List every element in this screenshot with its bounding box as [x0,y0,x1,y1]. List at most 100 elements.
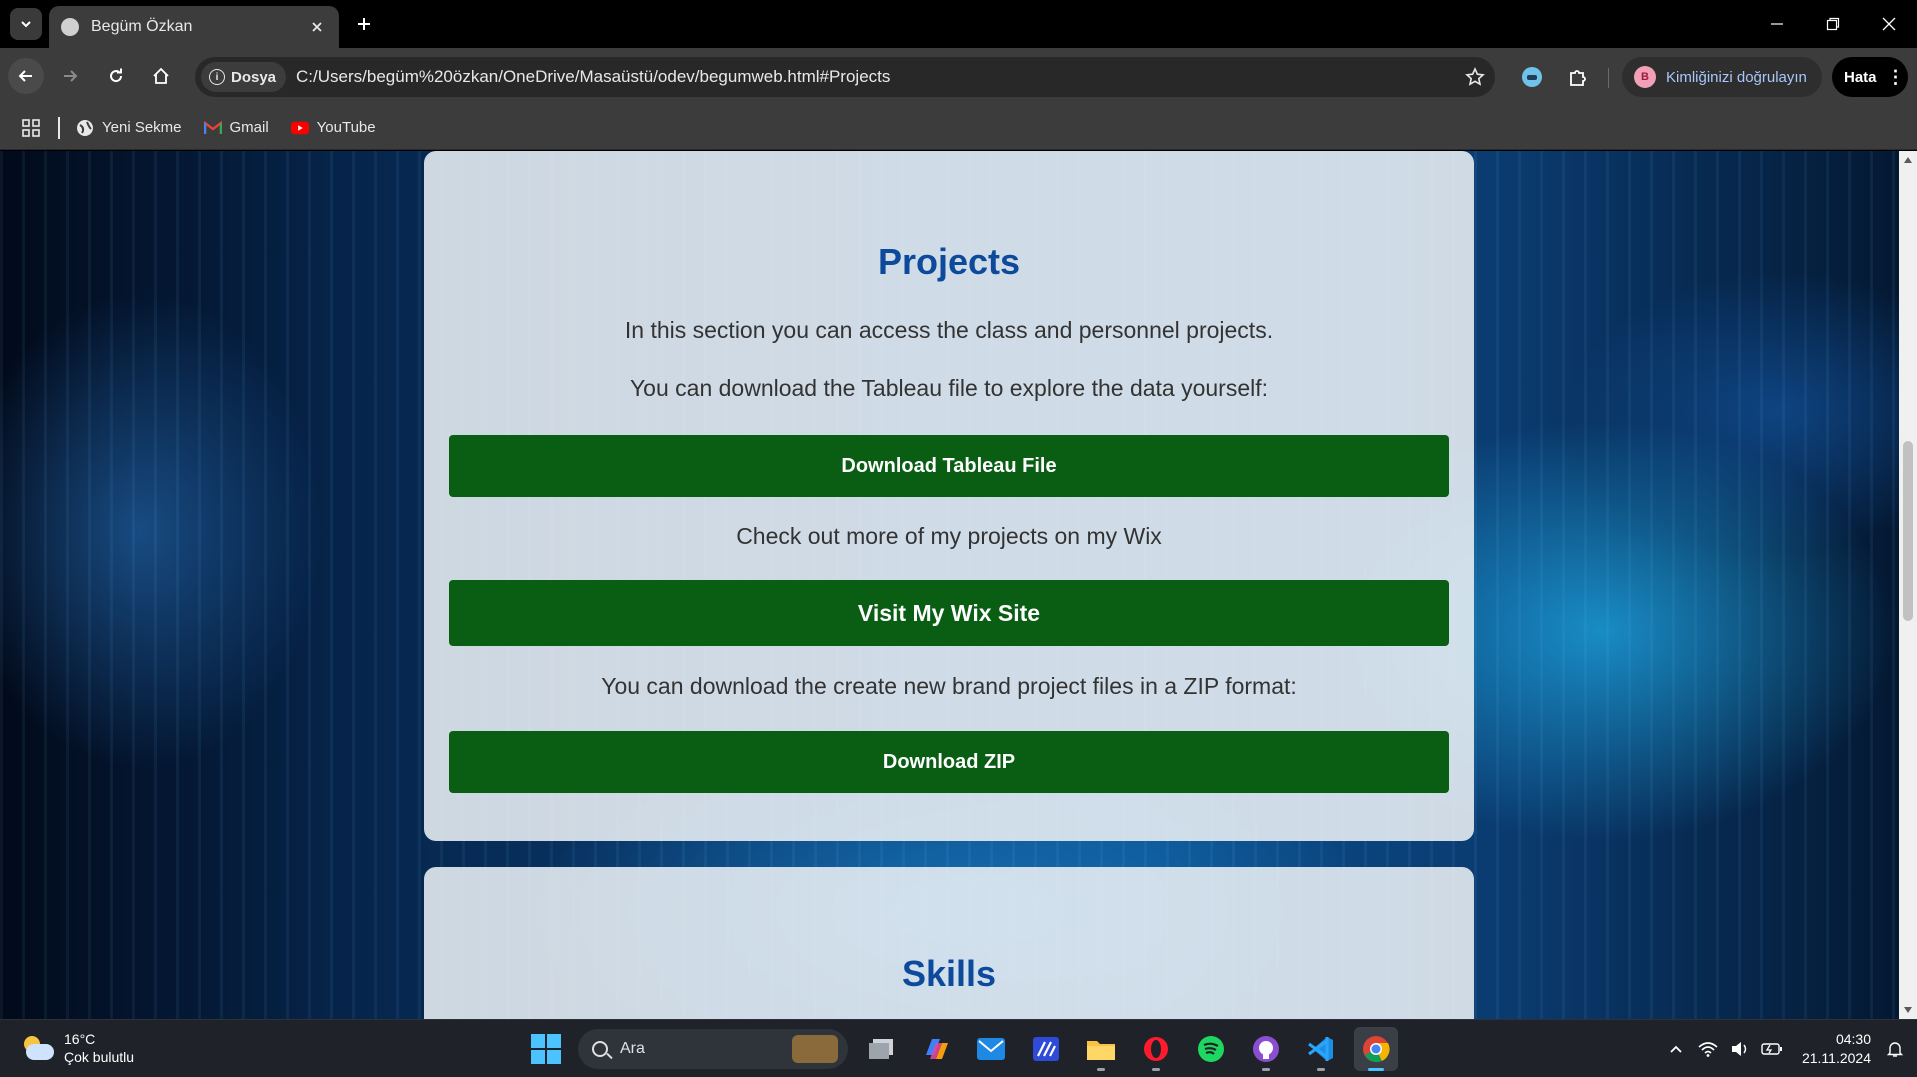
bookmark-gmail[interactable]: Gmail [203,119,269,137]
volume-icon[interactable] [1726,1035,1754,1063]
close-icon [1882,17,1896,31]
bookmark-label: Yeni Sekme [102,119,182,136]
arrow-right-icon [64,70,78,82]
bookmarks-divider [58,116,60,139]
back-button[interactable] [8,58,44,94]
mail-icon[interactable] [969,1027,1013,1071]
weather-description: Çok bulutlu [64,1049,135,1065]
vscode-icon[interactable] [1299,1027,1343,1071]
youtube-icon [290,119,309,137]
url-text[interactable]: C:/Users/begüm%20özkan/OneDrive/Masaüstü… [296,67,1455,87]
github-icon[interactable] [1244,1027,1288,1071]
visit-wix-button[interactable]: Visit My Wix Site [449,580,1449,646]
scrollbar-thumb[interactable] [1903,441,1913,621]
scroll-down-arrow-icon[interactable] [1904,1007,1912,1013]
address-bar[interactable]: i Dosya C:/Users/begüm%20özkan/OneDrive/… [195,57,1495,97]
opera-icon[interactable] [1134,1027,1178,1071]
search-highlight-image [792,1035,838,1063]
reload-icon [110,68,123,83]
tableau-description: You can download the Tableau file to exp… [629,375,1269,401]
copilot-icon[interactable] [914,1027,958,1071]
tab-title: Begüm Özkan [91,18,193,35]
site-info-chip[interactable]: i Dosya [201,62,287,92]
weather-temperature: 16°C [64,1031,96,1047]
download-zip-button[interactable]: Download ZIP [449,731,1449,793]
bookmark-youtube[interactable]: YouTube [290,119,376,137]
bookmark-new-tab[interactable]: Yeni Sekme [76,119,182,137]
puzzle-icon [1570,70,1586,86]
arrow-left-icon [18,70,32,82]
tab-search-button[interactable] [10,8,42,40]
globe-icon [61,18,79,36]
projects-intro: In this section you can access the class… [624,317,1274,343]
weather-widget[interactable]: 16°C Çok bulutlu [20,1030,134,1066]
apps-grid-icon [22,118,40,137]
taskbar-search[interactable]: Ara [578,1029,848,1069]
projects-section: Projects In this section you can access … [424,151,1474,841]
notifications-icon[interactable] [1881,1035,1909,1063]
profile-button[interactable]: B Kimliğinizi doğrulayın [1622,57,1822,97]
browser-tab[interactable]: Begüm Özkan [49,6,339,48]
bookmarks-bar: Yeni Sekme Gmail YouTube [0,106,1917,150]
taskbar: 16°C Çok bulutlu Ara 04:30 21.11.2024 [0,1019,1917,1077]
star-icon [1465,67,1485,86]
toolbar-divider [1608,68,1609,88]
site-info-label: Dosya [231,68,277,86]
battery-icon[interactable] [1758,1035,1786,1063]
taskbar-apps: Ara [524,1027,1398,1071]
apps-button[interactable] [20,117,42,139]
browser-toolbar: i Dosya C:/Users/begüm%20özkan/OneDrive/… [0,48,1917,106]
close-tab-button[interactable] [307,17,327,37]
bookmark-label: YouTube [316,119,376,136]
editor-icon[interactable] [1024,1027,1068,1071]
bookmark-star-button[interactable] [1455,67,1495,87]
tab-bar: Begüm Özkan [0,0,1917,48]
file-explorer-icon[interactable] [1079,1027,1123,1071]
clock-date: 21.11.2024 [1801,1050,1871,1066]
restore-button[interactable] [1805,0,1861,48]
more-vert-icon: ⋮ [1886,66,1905,87]
system-tray: 04:30 21.11.2024 [1662,1020,1917,1077]
chevron-down-icon [21,21,31,28]
clock-time: 04:30 [1835,1031,1871,1047]
extensions-button[interactable] [1561,60,1595,94]
home-button[interactable] [143,58,179,94]
error-menu-button[interactable]: Hata ⋮ [1832,57,1908,97]
download-tableau-button[interactable]: Download Tableau File [449,435,1449,497]
chevron-up-icon[interactable] [1662,1035,1690,1063]
scroll-up-arrow-icon[interactable] [1904,157,1912,163]
close-icon [312,22,322,32]
clock[interactable]: 04:30 21.11.2024 [1802,1030,1871,1068]
minimize-icon [1771,23,1783,25]
info-icon: i [209,69,225,85]
bookmark-label: Gmail [229,119,269,136]
projects-heading: Projects [877,241,1021,282]
partly-cloudy-icon [20,1034,54,1062]
spotify-icon[interactable] [1189,1027,1233,1071]
avatar: B [1634,66,1656,88]
forward-button[interactable] [52,58,88,94]
close-window-button[interactable] [1861,0,1917,48]
chrome-icon[interactable] [1354,1027,1398,1071]
skills-section: Skills [424,867,1474,1019]
wifi-icon[interactable] [1694,1035,1722,1063]
skills-heading: Skills [901,953,997,994]
zip-description: You can download the create new brand pr… [601,673,1297,699]
search-placeholder: Ara [620,1040,645,1057]
globe-icon [76,119,94,137]
page-viewport: Projects In this section you can access … [0,151,1899,1019]
start-button[interactable] [524,1027,568,1071]
search-icon [592,1041,608,1057]
task-view-icon[interactable] [859,1027,903,1071]
minimize-button[interactable] [1749,0,1805,48]
restore-icon [1826,17,1840,31]
reload-button[interactable] [98,58,134,94]
extension-game-button[interactable] [1515,60,1549,94]
plus-icon [358,18,370,30]
error-label: Hata [1844,68,1877,86]
page-scrollbar[interactable] [1899,151,1917,1019]
gamepad-icon [1522,67,1542,87]
profile-label: Kimliğinizi doğrulayın [1666,68,1807,86]
home-icon [153,67,169,84]
new-tab-button[interactable] [350,10,378,38]
